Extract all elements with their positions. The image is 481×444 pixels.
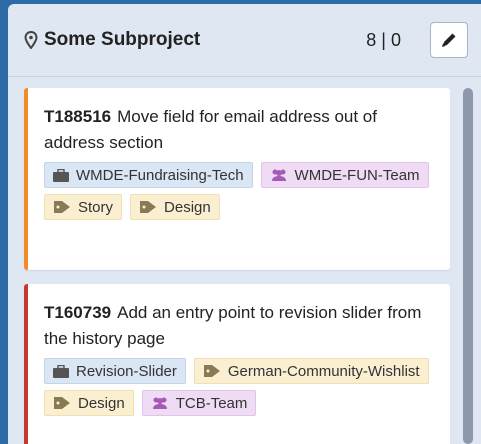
tag-label: Story — [78, 198, 114, 216]
pencil-icon — [442, 33, 456, 47]
task-title[interactable]: T188516 Move field for email address out … — [44, 104, 434, 156]
column-title-text: Some Subproject — [44, 29, 201, 50]
tag-icon — [140, 201, 157, 213]
type-tag[interactable]: Story — [44, 194, 123, 220]
task-card[interactable]: T188516 Move field for email address out … — [24, 88, 450, 270]
edit-column-button[interactable] — [430, 22, 468, 58]
tag-label: WMDE-Fundraising-Tech — [76, 166, 244, 184]
type-tag[interactable]: Design — [130, 194, 220, 220]
tag-list: WMDE-Fundraising-Tech WMDE-FUN-Team Stor… — [44, 162, 434, 220]
task-id[interactable]: T160739 — [44, 303, 111, 322]
task-card[interactable]: T160739 Add an entry point to revision sl… — [24, 284, 450, 444]
tag-list: Revision-Slider German-Community-Wishlis… — [44, 358, 434, 416]
group-icon — [152, 397, 167, 409]
priority-bar — [24, 88, 28, 270]
column-header: Some Subproject 8 | 0 — [8, 4, 481, 77]
column-scrollbar[interactable] — [463, 88, 473, 444]
workboard-column: Some Subproject 8 | 0 T188516 Move field … — [8, 4, 481, 444]
scrollbar-thumb[interactable] — [463, 88, 473, 444]
task-title[interactable]: T160739 Add an entry point to revision sl… — [44, 300, 434, 352]
column-title[interactable]: Some Subproject — [24, 29, 200, 51]
tag-icon — [54, 397, 70, 409]
group-icon — [271, 169, 286, 181]
task-id[interactable]: T188516 — [44, 107, 111, 126]
tag-label: Design — [164, 198, 211, 216]
team-tag[interactable]: TCB-Team — [141, 390, 257, 416]
priority-bar — [24, 284, 28, 444]
tag-icon — [203, 365, 220, 377]
project-tag[interactable]: Revision-Slider — [44, 358, 186, 384]
tag-label: Revision-Slider — [76, 362, 177, 380]
tag-label: German-Community-Wishlist — [227, 362, 420, 380]
project-tag[interactable]: WMDE-Fundraising-Tech — [44, 162, 253, 188]
briefcase-icon — [53, 364, 69, 378]
tag-label: WMDE-FUN-Team — [294, 166, 420, 184]
type-tag[interactable]: Design — [44, 390, 134, 416]
briefcase-icon — [53, 168, 69, 182]
map-pin-icon — [24, 31, 38, 49]
team-tag[interactable]: WMDE-FUN-Team — [260, 162, 429, 188]
tag-label: TCB-Team — [175, 394, 248, 412]
type-tag[interactable]: German-Community-Wishlist — [193, 358, 429, 384]
task-counts: 8 | 0 — [366, 30, 401, 50]
tag-label: Design — [78, 394, 125, 412]
tag-icon — [54, 201, 70, 213]
